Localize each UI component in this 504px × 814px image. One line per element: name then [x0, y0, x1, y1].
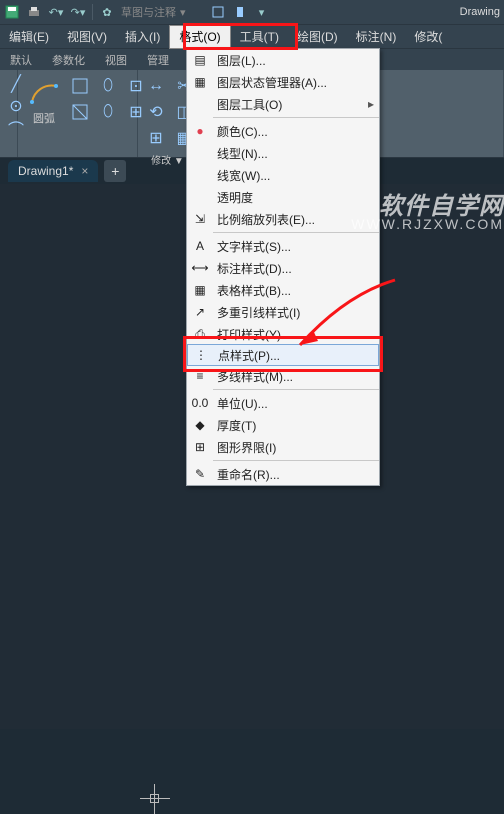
- menu-item[interactable]: ◆厚度(T): [187, 414, 379, 436]
- scale-icon: ⇲: [187, 212, 213, 226]
- print-icon: ⎙: [187, 327, 213, 342]
- document-tab[interactable]: Drawing1* ×: [8, 160, 98, 182]
- menu-item-label: 图层状态管理器(A)...: [213, 74, 379, 91]
- menu-视图V[interactable]: 视图(V): [58, 25, 116, 49]
- menu-item[interactable]: ⊞图形界限(I): [187, 436, 379, 458]
- mleader-icon: ↗: [187, 305, 213, 319]
- menu-item[interactable]: ▦图层状态管理器(A)...: [187, 71, 379, 93]
- ribbon-tab[interactable]: 参数化: [42, 52, 95, 68]
- menu-工具T[interactable]: 工具(T): [231, 25, 288, 49]
- menu-item-label: 打印样式(Y)...: [213, 326, 379, 343]
- menu-item-label: 线型(N)...: [213, 145, 379, 162]
- document-name: Drawing: [460, 6, 500, 18]
- menu-item[interactable]: ▤图层(L)...: [187, 49, 379, 71]
- menu-item-label: 厚度(T): [213, 417, 379, 434]
- thick-icon: ◆: [187, 418, 213, 432]
- dim-icon: ⟷: [187, 261, 213, 275]
- ribbon-btn[interactable]: [68, 74, 92, 98]
- menu-item[interactable]: ●颜色(C)...: [187, 120, 379, 142]
- redo-icon[interactable]: ↷▾: [70, 4, 86, 20]
- menu-item[interactable]: 透明度: [187, 186, 379, 208]
- submenu-arrow-icon: ▸: [363, 97, 379, 111]
- qat-icon-1[interactable]: [210, 4, 226, 20]
- menu-item-label: 表格样式(B)...: [213, 282, 379, 299]
- workspace-combo[interactable]: 草图与注释 ▾: [121, 4, 186, 20]
- qat-dropdown-icon[interactable]: ▾: [254, 4, 270, 20]
- format-menu: ▤图层(L)...▦图层状态管理器(A)...图层工具(O)▸●颜色(C)...…: [186, 48, 380, 486]
- point-icon: ⋮: [188, 348, 214, 362]
- print-icon[interactable]: [26, 4, 42, 20]
- panel-label: 修改 ▼: [144, 150, 191, 167]
- menu-item[interactable]: A文字样式(S)...: [187, 235, 379, 257]
- ribbon-btn[interactable]: ⊞: [144, 126, 168, 150]
- title-bar: ↶▾ ↷▾ ✿ 草图与注释 ▾ ▾ Drawing: [0, 0, 504, 24]
- menu-item[interactable]: 线型(N)...: [187, 142, 379, 164]
- watermark-url: WWW.RJZXW.COM: [351, 216, 504, 232]
- undo-icon[interactable]: ↶▾: [48, 4, 64, 20]
- menu-item[interactable]: 0.0单位(U)...: [187, 392, 379, 414]
- ribbon-tab[interactable]: 管理: [137, 52, 179, 68]
- menu-修改[interactable]: 修改(: [405, 25, 451, 49]
- menu-item-label: 单位(U)...: [213, 395, 379, 412]
- menu-item[interactable]: ⟷标注样式(D)...: [187, 257, 379, 279]
- menu-item-label: 多重引线样式(I): [213, 304, 379, 321]
- ribbon-tab[interactable]: 默认: [0, 52, 42, 68]
- menu-插入I[interactable]: 插入(I): [116, 25, 169, 49]
- ribbon-btn[interactable]: ⬯: [96, 100, 120, 124]
- rename-icon: ✎: [187, 467, 213, 481]
- add-tab-button[interactable]: +: [104, 160, 126, 182]
- menu-item[interactable]: ⎙打印样式(Y)...: [187, 323, 379, 345]
- gear-icon[interactable]: ✿: [99, 4, 115, 20]
- menu-格式O[interactable]: 格式(O): [169, 25, 230, 49]
- menu-item-label: 线宽(W)...: [213, 167, 379, 184]
- save-icon[interactable]: [4, 4, 20, 20]
- menu-item[interactable]: ▦表格样式(B)...: [187, 279, 379, 301]
- units-icon: 0.0: [187, 396, 213, 410]
- ribbon-btn[interactable]: [68, 100, 92, 124]
- ribbon-btn[interactable]: ⬯: [96, 74, 120, 98]
- layermgr-icon: ▦: [187, 75, 213, 89]
- menu-编辑E[interactable]: 编辑(E): [0, 25, 58, 49]
- ribbon-btn[interactable]: ↔: [144, 74, 168, 98]
- arc-button[interactable]: 圆弧: [24, 74, 64, 128]
- menu-item[interactable]: 线宽(W)...: [187, 164, 379, 186]
- close-icon[interactable]: ×: [81, 164, 88, 178]
- table-icon: ▦: [187, 283, 213, 297]
- mline-icon: ≡: [187, 369, 213, 383]
- menu-item[interactable]: ✎重命名(R)...: [187, 463, 379, 485]
- menu-绘图D[interactable]: 绘图(D): [288, 25, 347, 49]
- menu-item[interactable]: ↗多重引线样式(I): [187, 301, 379, 323]
- menu-标注N[interactable]: 标注(N): [347, 25, 406, 49]
- menu-item-label: 颜色(C)...: [213, 123, 379, 140]
- menu-item-label: 透明度: [213, 189, 379, 206]
- menu-item-label: 标注样式(D)...: [213, 260, 379, 277]
- menu-item-label: 重命名(R)...: [213, 466, 379, 483]
- menu-item-label: 文字样式(S)...: [213, 238, 379, 255]
- menu-item-label: 多线样式(M)...: [213, 368, 379, 385]
- menu-item[interactable]: ≡多线样式(M)...: [187, 365, 379, 387]
- menu-item-label: 图形界限(I): [213, 439, 379, 456]
- menu-item[interactable]: 图层工具(O)▸: [187, 93, 379, 115]
- layers-icon: ▤: [187, 53, 213, 67]
- ribbon-tab[interactable]: 视图: [95, 52, 137, 68]
- color-icon: ●: [187, 124, 213, 138]
- qat-icon-2[interactable]: [232, 4, 248, 20]
- crosshair-cursor: [140, 784, 170, 814]
- menu-item-label: 图层工具(O): [213, 96, 363, 113]
- menu-item-label: 图层(L)...: [213, 52, 379, 69]
- menu-item-label: 点样式(P)...: [214, 347, 378, 364]
- menu-bar: 编辑(E)视图(V)插入(I)格式(O)工具(T)绘图(D)标注(N)修改(: [0, 24, 504, 48]
- menu-item[interactable]: ⇲比例缩放列表(E)...: [187, 208, 379, 230]
- ribbon-btn[interactable]: ⟲: [144, 100, 168, 124]
- text-icon: A: [187, 239, 213, 253]
- menu-item[interactable]: ⋮点样式(P)...: [187, 344, 379, 366]
- limits-icon: ⊞: [187, 440, 213, 454]
